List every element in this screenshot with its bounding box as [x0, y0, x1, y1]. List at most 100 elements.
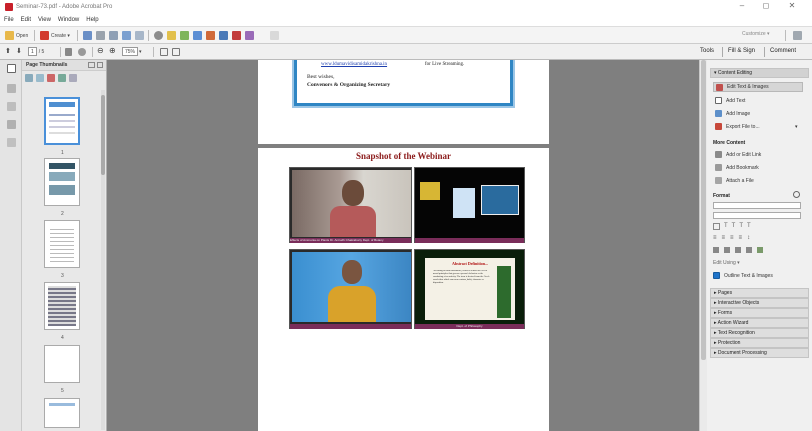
- menu-edit[interactable]: Edit: [21, 17, 31, 23]
- redact-icon[interactable]: [232, 31, 241, 40]
- zoom-in-icon[interactable]: ⊕: [109, 46, 116, 55]
- hand-tool-icon[interactable]: [78, 48, 86, 56]
- scrollbar-thumb[interactable]: [101, 95, 105, 175]
- arrange-icon[interactable]: [757, 247, 763, 253]
- signatures-icon[interactable]: [7, 120, 16, 129]
- section-pages[interactable]: ▸ Pages: [710, 288, 809, 298]
- tab-comment[interactable]: Comment: [770, 48, 796, 54]
- section-action-wizard[interactable]: ▸ Action Wizard: [710, 318, 809, 328]
- subscript-icon[interactable]: T: [739, 223, 743, 229]
- webinar-snapshot-3[interactable]: [289, 249, 412, 329]
- page-thumbnail-5[interactable]: [44, 345, 80, 383]
- protect-icon[interactable]: [245, 31, 254, 40]
- page-thumbnail-4[interactable]: [44, 282, 80, 330]
- checkbox-checked-icon[interactable]: [713, 272, 720, 279]
- align-left-icon[interactable]: ≡: [713, 235, 717, 241]
- prev-page-icon[interactable]: ⬆: [5, 47, 11, 55]
- superscript-icon[interactable]: T: [732, 223, 736, 229]
- section-forms[interactable]: ▸ Forms: [710, 308, 809, 318]
- tab-fill-sign[interactable]: Fill & Sign: [728, 48, 755, 54]
- tab-tools[interactable]: Tools: [700, 48, 714, 54]
- settings-icon[interactable]: [154, 31, 163, 40]
- bookmarks-icon[interactable]: [7, 84, 16, 93]
- replace-icon[interactable]: [746, 247, 752, 253]
- edit-text-images-button[interactable]: Edit Text & Images: [713, 82, 803, 92]
- zoom-out-icon[interactable]: ⊖: [97, 46, 104, 55]
- properties-icon[interactable]: [69, 74, 77, 82]
- page-thumbnail-3[interactable]: [44, 220, 80, 268]
- insert-page-icon[interactable]: [36, 74, 44, 82]
- stream-link[interactable]: www.ldumavidisamidakrishna.in: [321, 62, 387, 67]
- stamp-icon[interactable]: [193, 31, 202, 40]
- menu-view[interactable]: View: [38, 17, 51, 23]
- webinar-snapshot-1[interactable]: Effects of Ammonia on Plants Dr. Anirudh…: [289, 167, 412, 243]
- font-size-select[interactable]: [713, 212, 801, 219]
- text-size-icon[interactable]: T: [724, 223, 728, 229]
- section-interactive-objects[interactable]: ▸ Interactive Objects: [710, 298, 809, 308]
- attach-file-button[interactable]: Attach a File: [715, 177, 754, 184]
- menu-help[interactable]: Help: [86, 17, 98, 23]
- scrollbar-thumb[interactable]: [701, 60, 706, 360]
- section-content-editing[interactable]: ▾ Content Editing: [710, 68, 809, 78]
- maximize-button[interactable]: ◻: [756, 1, 776, 10]
- layers-icon[interactable]: [7, 138, 16, 147]
- rotate-icon[interactable]: [724, 247, 730, 253]
- menu-window[interactable]: Window: [58, 17, 79, 23]
- fit-page-icon[interactable]: [160, 48, 168, 56]
- customize-button[interactable]: Customize ▾: [742, 31, 770, 37]
- add-image-button[interactable]: Add Image: [715, 110, 750, 117]
- save-icon[interactable]: [83, 31, 92, 40]
- page-thumbnail-1[interactable]: [44, 97, 80, 145]
- select-tool-icon[interactable]: [65, 48, 72, 56]
- create-button[interactable]: Create ▾: [40, 31, 70, 40]
- align-right-icon[interactable]: ≡: [730, 235, 734, 241]
- comment-icon[interactable]: [167, 31, 176, 40]
- crop-icon[interactable]: [735, 247, 741, 253]
- document-scrollbar[interactable]: [699, 60, 707, 431]
- flip-icon[interactable]: [713, 247, 719, 253]
- edit-using-select[interactable]: Edit Using ▾: [713, 260, 740, 266]
- chevron-down-icon[interactable]: ▾: [795, 124, 798, 130]
- highlight-icon[interactable]: [180, 31, 189, 40]
- sign-icon[interactable]: [206, 31, 215, 40]
- line-spacing-icon[interactable]: ↕: [747, 235, 750, 241]
- format-info-icon[interactable]: [793, 191, 800, 198]
- justify-icon[interactable]: ≡: [739, 235, 743, 241]
- font-family-select[interactable]: [713, 202, 801, 209]
- section-text-recognition[interactable]: ▸ Text Recognition: [710, 328, 809, 338]
- fit-width-icon[interactable]: [172, 48, 180, 56]
- options-menu-icon[interactable]: [25, 74, 33, 82]
- menu-file[interactable]: File: [4, 17, 14, 23]
- close-panel-icon[interactable]: [97, 62, 103, 68]
- add-text-button[interactable]: Add Text: [715, 97, 745, 104]
- align-center-icon[interactable]: ≡: [722, 235, 726, 241]
- outline-text-checkbox-row[interactable]: Outline Text & Images: [713, 272, 773, 279]
- page-thumbnail-2[interactable]: [44, 158, 80, 206]
- add-bookmark-button[interactable]: Add Bookmark: [715, 164, 759, 171]
- webinar-snapshot-4[interactable]: Abstract Definition... According to most…: [414, 249, 525, 329]
- attachments-icon[interactable]: [7, 102, 16, 111]
- close-button[interactable]: ✕: [782, 1, 802, 10]
- email-icon[interactable]: [109, 31, 118, 40]
- expand-icon[interactable]: [793, 31, 802, 40]
- export-file-button[interactable]: Export File to...: [715, 123, 760, 130]
- page-thumbnail-6[interactable]: [44, 398, 80, 428]
- form-icon[interactable]: [219, 31, 228, 40]
- share-icon[interactable]: [122, 31, 131, 40]
- italic-icon[interactable]: T: [747, 223, 751, 229]
- thumbnails-scrollbar[interactable]: [101, 90, 105, 430]
- section-protection[interactable]: ▸ Protection: [710, 338, 809, 348]
- combine-icon[interactable]: [135, 31, 144, 40]
- text-color-icon[interactable]: [713, 222, 720, 230]
- options-icon[interactable]: [88, 62, 95, 68]
- rotate-page-icon[interactable]: [58, 74, 66, 82]
- section-document-processing[interactable]: ▸ Document Processing: [710, 348, 809, 358]
- open-button[interactable]: Open: [5, 31, 28, 40]
- minimize-button[interactable]: –: [732, 1, 752, 10]
- print-icon[interactable]: [96, 31, 105, 40]
- webinar-snapshot-2[interactable]: [414, 167, 525, 243]
- add-edit-link-button[interactable]: Add or Edit Link: [715, 151, 761, 158]
- next-page-icon[interactable]: ⬇: [16, 47, 22, 55]
- delete-page-icon[interactable]: [47, 74, 55, 82]
- page-thumbnails-icon[interactable]: [7, 64, 16, 73]
